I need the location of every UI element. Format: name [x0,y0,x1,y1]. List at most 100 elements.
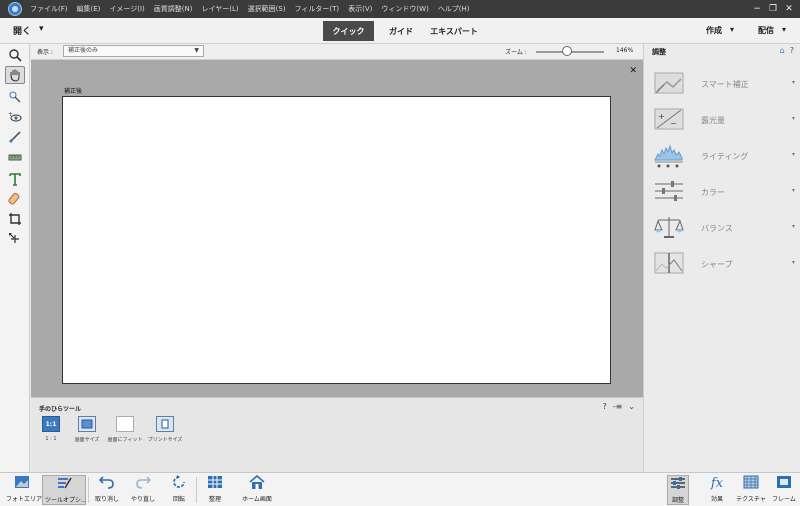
menu-image[interactable]: イメージ(I) [109,4,144,14]
adjustments-label: 調整 [671,497,684,504]
chevron-down-icon: ▾ [39,24,44,34]
textures-label: テクスチャ [736,496,766,503]
menu-view[interactable]: 表示(V) [348,4,372,14]
redo-button[interactable]: やり直し [128,475,158,503]
create-menu-button[interactable]: 作成 ▾ [706,25,734,36]
adjustment-exposure[interactable]: + − 露光量 ▾ [644,106,800,138]
frames-label: フレーム [772,496,796,503]
chevron-down-icon: ▾ [791,151,795,158]
chevron-down-icon: ▾ [791,79,795,86]
svg-text:+: + [658,112,665,121]
rotate-icon [166,475,192,493]
share-menu-button[interactable]: 配信 ▾ [758,25,786,36]
quick-selection-tool-icon[interactable] [5,88,25,106]
whiten-teeth-tool-icon[interactable] [5,128,25,146]
adjustments-button[interactable]: 調整 [667,475,689,505]
chevron-down-icon: ▾ [791,115,795,122]
tab-quick[interactable]: クイック [323,21,374,41]
crop-tool-icon[interactable] [5,210,25,228]
print-size-icon [156,416,174,432]
minimize-button[interactable]: − [750,2,764,15]
fill-screen-icon [116,416,134,432]
mode-bar: 開く ▾ クイック ガイド エキスパート 作成 ▾ 配信 ▾ [0,18,800,44]
tool-options-icon [45,476,83,494]
home-screen-label: ホーム画面 [242,496,272,503]
actual-pixels-button[interactable]: 1:1 1 : 1 [31,416,71,442]
adjustment-label: シャープ [701,260,733,269]
adjustment-balance[interactable]: バランス ▾ [644,214,800,246]
menu-window[interactable]: ウィンドウ(W) [381,4,428,14]
effects-label: 効果 [710,496,723,503]
adjustment-label: 露光量 [701,116,725,125]
move-tool-icon[interactable] [5,230,25,248]
effects-icon: fx [710,476,724,491]
exposure-icon: + − [654,106,684,132]
help-icon[interactable]: ? [602,402,606,411]
organizer-button[interactable]: 整理 [202,475,228,503]
adjustments-icon [670,476,686,494]
menu-file[interactable]: ファイル(F) [30,4,68,14]
frames-icon [772,475,796,493]
menu-enhance[interactable]: 画質調整(N) [154,4,193,14]
help-icon[interactable]: ? [790,46,794,55]
organizer-label: 整理 [208,496,221,503]
effects-button[interactable]: fx 効果 [706,475,728,503]
adjustment-sharpen[interactable]: シャープ ▾ [644,250,800,282]
hand-tool-icon[interactable] [5,66,25,84]
tool-options-panel: 手のひらツール ? -≡ ⌄ 1:1 1 : 1 画面サイズ 画面にフィット プ… [31,397,643,472]
menu-filter[interactable]: フィルター(T) [295,4,340,14]
undo-label: 取り消し [94,496,119,503]
collapse-icon[interactable]: ⌄ [628,402,635,411]
adjustment-color[interactable]: カラー ▾ [644,178,800,210]
close-window-button[interactable]: ✕ [782,2,796,15]
sharpen-icon [654,250,684,276]
print-size-button[interactable]: プリントサイズ [145,416,185,443]
separator [196,477,197,503]
tab-guided[interactable]: ガイド [380,21,422,41]
undo-icon [92,475,122,493]
home-screen-button[interactable]: ホーム画面 [238,474,276,503]
close-icon[interactable]: ✕ [629,66,637,76]
rotate-button[interactable]: 回転 [166,475,192,503]
adjustment-smart-fix[interactable]: スマート補正 ▾ [644,70,800,102]
chevron-down-icon: ▾ [791,259,795,266]
menu-select[interactable]: 選択範囲(S) [248,4,286,14]
chevron-down-icon: ▾ [791,223,795,230]
open-menu-button[interactable]: 開く ▾ [13,24,44,37]
home-icon [238,474,276,493]
balance-icon [654,214,684,240]
view-select[interactable]: 補正後のみ ▼ [63,45,204,57]
chevron-down-icon: ▾ [782,25,787,34]
actual-pixels-label: 1 : 1 [45,436,57,442]
zoom-value: 146% [616,47,634,54]
fit-screen-button[interactable]: 画面サイズ [67,416,107,443]
panel-title: 調整 [652,48,666,56]
photo-bin-button[interactable]: フォトエリア [6,475,42,503]
tab-expert[interactable]: エキスパート [425,21,483,41]
menu-help[interactable]: ヘルプ(H) [438,4,470,14]
zoom-tool-icon[interactable] [5,46,25,64]
textures-button[interactable]: テクスチャ [736,475,766,503]
color-icon [654,178,683,204]
svg-text:−: − [670,119,677,128]
straighten-tool-icon[interactable] [5,148,25,166]
frames-button[interactable]: フレーム [772,475,796,503]
red-eye-tool-icon[interactable]: + [5,108,25,126]
menu-edit[interactable]: 編集(E) [77,4,101,14]
tool-options-button[interactable]: ツールオプシ... [42,475,87,505]
restore-button[interactable]: ❐ [766,2,780,15]
reset-icon[interactable]: ⌂ [780,46,785,55]
image-canvas[interactable] [62,96,611,384]
menu-layer[interactable]: レイヤー(L) [201,4,238,14]
adjustment-lighting[interactable]: ライティング ▾ [644,142,800,174]
type-tool-icon[interactable] [5,170,25,188]
fit-screen-icon [78,416,96,432]
undo-button[interactable]: 取り消し [92,475,122,503]
spot-healing-tool-icon[interactable] [5,190,25,208]
chevron-down-icon: ▾ [791,187,795,194]
panel-menu-icon[interactable]: -≡ [613,402,623,411]
fill-screen-button[interactable]: 画面にフィット [105,416,145,443]
adjustment-label: カラー [701,188,725,197]
redo-icon [128,475,158,493]
zoom-slider-handle[interactable] [561,46,572,56]
